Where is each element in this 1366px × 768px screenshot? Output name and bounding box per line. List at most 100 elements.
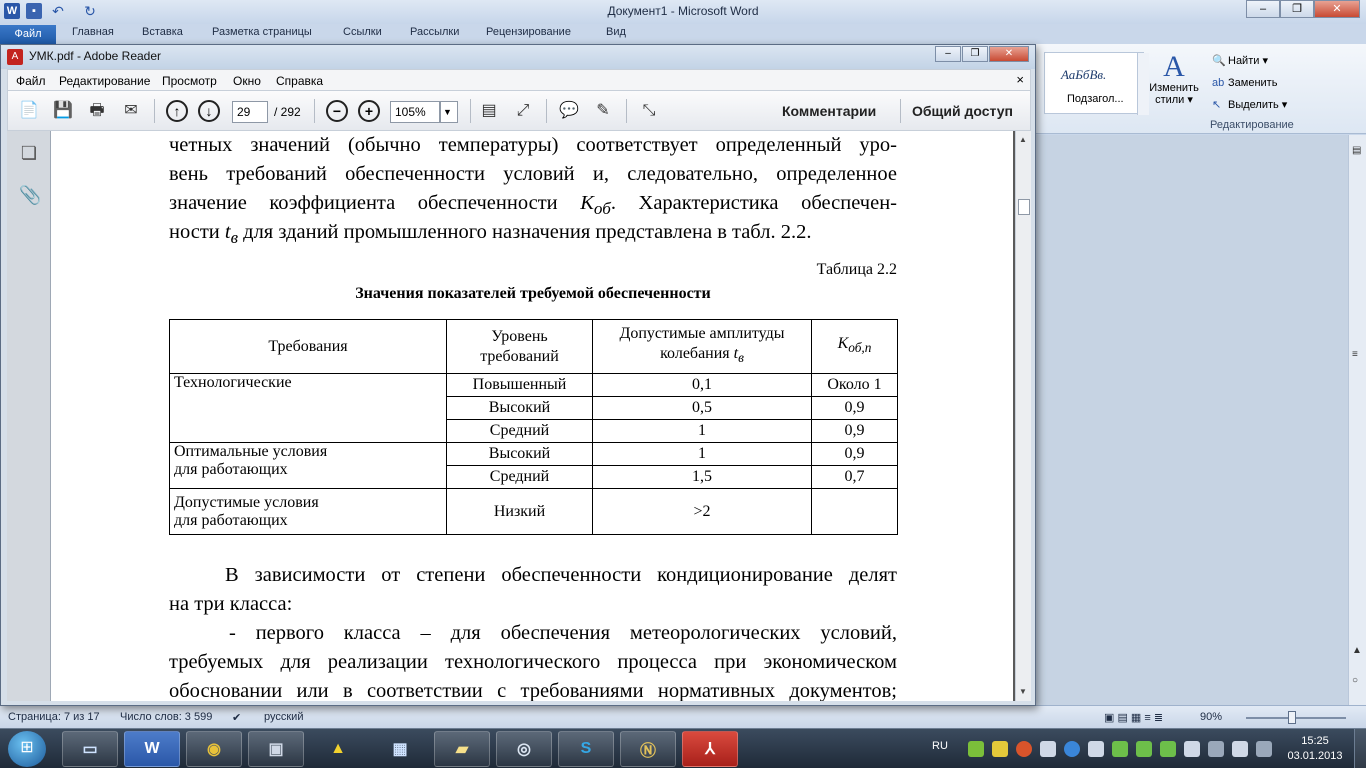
clock[interactable]: 15:25 03.01.2013 bbox=[1280, 734, 1350, 764]
header-requirements: Требования bbox=[169, 319, 447, 374]
reader-minimize-button[interactable]: – bbox=[935, 46, 961, 62]
taskbar-triangle-app-icon[interactable]: ▲ bbox=[310, 731, 366, 767]
reader-window-controls: – ❐ ✕ bbox=[935, 46, 1029, 62]
maximize-button[interactable]: ❐ bbox=[1280, 0, 1314, 18]
zoom-level[interactable]: 90% bbox=[1200, 711, 1222, 723]
taskbar-disc-icon[interactable]: ◎ bbox=[496, 731, 552, 767]
tray-app-icon[interactable] bbox=[1136, 741, 1152, 757]
word-scrollbar[interactable]: ▤ ≡ ▲ ○ bbox=[1348, 135, 1366, 705]
menu-help[interactable]: Справка bbox=[276, 74, 323, 88]
view-icon[interactable]: ≡ bbox=[1352, 349, 1358, 360]
reader-toolbar: 📄 💾 🖶 ✉ ↑ ↓ 29 / 292 − + 105% ▼ ▤ ⤢ 💬 ✎ … bbox=[7, 91, 1031, 131]
menu-edit[interactable]: Редактирование bbox=[59, 74, 150, 88]
find-button[interactable]: 🔍 Найти ▾ bbox=[1212, 52, 1362, 74]
zoom-in-icon[interactable]: + bbox=[358, 100, 380, 122]
status-page[interactable]: Страница: 7 из 17 bbox=[8, 711, 100, 723]
sticky-note-icon[interactable]: 💬 bbox=[558, 100, 580, 122]
change-styles-button[interactable]: A Изменить стили ▾ bbox=[1146, 52, 1202, 107]
tray-bluetooth-icon[interactable] bbox=[1064, 741, 1080, 757]
show-desktop-button[interactable] bbox=[1354, 729, 1366, 768]
scroll-thumb[interactable] bbox=[1018, 199, 1030, 215]
tab-references[interactable]: Ссылки bbox=[343, 26, 382, 38]
taskbar-adobe-reader-icon[interactable]: ⅄ bbox=[682, 731, 738, 767]
language-indicator[interactable]: RU bbox=[932, 740, 948, 752]
taskbar-scanner-icon[interactable]: ▭ bbox=[62, 731, 118, 767]
tray-battery-icon[interactable] bbox=[1256, 741, 1272, 757]
view-buttons[interactable]: ▣ ▤ ▦ ≡ ≣ bbox=[1104, 711, 1163, 724]
fit-page-icon[interactable]: ▤ bbox=[478, 100, 500, 122]
browse-object-icon[interactable]: ○ bbox=[1352, 675, 1358, 686]
change-styles-label: Изменить bbox=[1149, 82, 1199, 94]
tab-view[interactable]: Вид bbox=[606, 26, 626, 38]
comments-button[interactable]: Комментарии bbox=[782, 103, 876, 119]
adobe-reader-icon[interactable]: A bbox=[7, 49, 23, 65]
replace-button[interactable]: ab Заменить bbox=[1212, 74, 1362, 96]
fullscreen-icon[interactable]: ⤡ bbox=[638, 100, 660, 122]
reader-close-button[interactable]: ✕ bbox=[989, 46, 1029, 62]
tab-home[interactable]: Главная bbox=[72, 26, 114, 38]
word-document-area[interactable] bbox=[1036, 135, 1348, 705]
page-number-input[interactable]: 29 bbox=[232, 101, 268, 123]
tray-network-icon[interactable] bbox=[1208, 741, 1224, 757]
document-viewport[interactable]: четных значений (обычно температуры) соо… bbox=[51, 131, 1015, 701]
tray-app-icon[interactable] bbox=[992, 741, 1008, 757]
tray-app-icon[interactable] bbox=[1112, 741, 1128, 757]
highlight-icon[interactable]: ✎ bbox=[592, 100, 614, 122]
taskbar-nb-icon[interactable]: Ⓝ bbox=[620, 731, 676, 767]
scroll-down-icon[interactable]: ▼ bbox=[1019, 687, 1027, 696]
spellcheck-icon[interactable]: ✔ bbox=[232, 711, 241, 724]
tab-mailings[interactable]: Рассылки bbox=[410, 26, 459, 38]
menu-file[interactable]: Файл bbox=[16, 74, 46, 88]
tray-app-icon[interactable] bbox=[1184, 741, 1200, 757]
taskbar-floppy-icon[interactable]: ▣ bbox=[248, 731, 304, 767]
status-language[interactable]: русский bbox=[264, 711, 303, 723]
word-titlebar: W ▪ ↶ ↻ Документ1 - Microsoft Word – ❐ ✕ bbox=[0, 0, 1366, 24]
page-thumbnails-icon[interactable]: ❏ bbox=[19, 143, 39, 165]
tray-alert-icon[interactable] bbox=[1016, 741, 1032, 757]
status-words[interactable]: Число слов: 3 599 bbox=[120, 711, 212, 723]
cell-amplitude: 1 bbox=[592, 442, 812, 466]
ribbon-tabs: Главная Вставка Разметка страницы Ссылки… bbox=[0, 24, 1366, 44]
zoom-input[interactable]: 105% bbox=[390, 101, 440, 123]
taskbar-calculator-icon[interactable]: ▦ bbox=[372, 731, 428, 767]
zoom-dropdown-icon[interactable]: ▼ bbox=[440, 101, 458, 123]
minimize-button[interactable]: – bbox=[1246, 0, 1280, 18]
save-icon[interactable]: 💾 bbox=[52, 100, 74, 122]
print-icon[interactable]: 🖶 bbox=[86, 100, 108, 122]
close-document-icon[interactable]: × bbox=[1016, 72, 1024, 87]
attachments-icon[interactable]: 📎 bbox=[19, 185, 41, 207]
email-icon[interactable]: ✉ bbox=[120, 100, 142, 122]
tab-page-layout[interactable]: Разметка страницы bbox=[212, 26, 312, 38]
menu-view[interactable]: Просмотр bbox=[162, 74, 217, 88]
tab-review[interactable]: Рецензирование bbox=[486, 26, 571, 38]
taskbar-word-icon[interactable]: W bbox=[124, 731, 180, 767]
tab-insert[interactable]: Вставка bbox=[142, 26, 183, 38]
scroll-up-icon[interactable]: ▲ bbox=[1019, 135, 1027, 144]
reader-maximize-button[interactable]: ❐ bbox=[962, 46, 988, 62]
menu-window[interactable]: Окно bbox=[233, 74, 261, 88]
next-page-icon[interactable]: ↓ bbox=[198, 100, 220, 122]
tray-volume-icon[interactable] bbox=[1232, 741, 1248, 757]
tray-app-icon[interactable] bbox=[968, 741, 984, 757]
taskbar-chrome-icon[interactable]: ◉ bbox=[186, 731, 242, 767]
styles-gallery[interactable]: АаБбВв. Подзагол... bbox=[1044, 52, 1149, 115]
taskbar-folder-icon[interactable]: ▰ bbox=[434, 731, 490, 767]
ruler-icon[interactable]: ▤ bbox=[1352, 145, 1361, 156]
share-button[interactable]: Общий доступ bbox=[912, 103, 1013, 119]
prev-page-icon[interactable]: ▲ bbox=[1352, 645, 1362, 656]
taskbar-skype-icon[interactable]: S bbox=[558, 731, 614, 767]
create-pdf-icon[interactable]: 📄 bbox=[18, 100, 40, 122]
zoom-slider[interactable] bbox=[1246, 717, 1346, 719]
tray-app-icon[interactable] bbox=[1088, 741, 1104, 757]
tray-app-icon[interactable] bbox=[1040, 741, 1056, 757]
start-button[interactable]: ⊞ bbox=[8, 731, 46, 767]
prev-page-icon[interactable]: ↑ bbox=[166, 100, 188, 122]
zoom-slider-handle[interactable] bbox=[1288, 711, 1296, 724]
close-button[interactable]: ✕ bbox=[1314, 0, 1360, 18]
tray-app-icon[interactable] bbox=[1160, 741, 1176, 757]
fit-width-icon[interactable]: ⤢ bbox=[512, 100, 534, 122]
select-button[interactable]: ↖ Выделить ▾ bbox=[1212, 96, 1362, 118]
table-number: Таблица 2.2 bbox=[816, 261, 897, 278]
reader-scrollbar[interactable]: ▲ ▼ bbox=[1015, 131, 1031, 701]
zoom-out-icon[interactable]: − bbox=[326, 100, 348, 122]
